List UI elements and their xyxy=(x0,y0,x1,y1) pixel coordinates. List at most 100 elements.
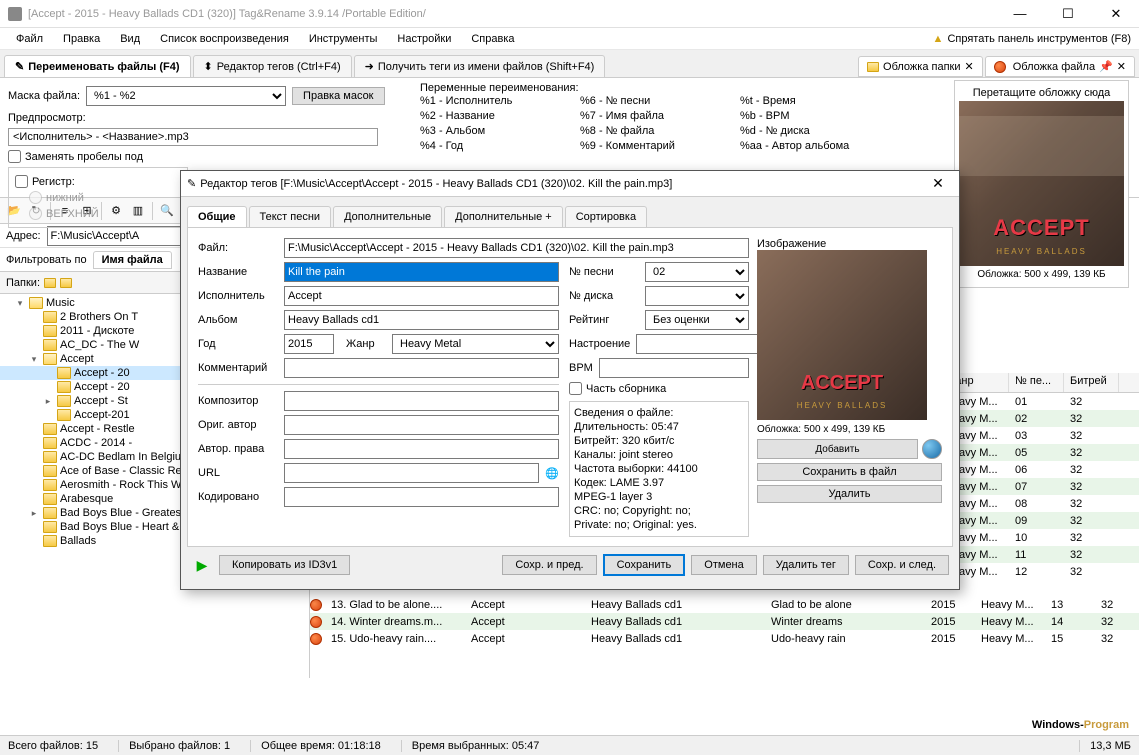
hide-toolbar-link[interactable]: Спрятать панель инструментов (F8) xyxy=(947,33,1131,45)
save-button[interactable]: Сохранить xyxy=(603,554,686,576)
tab-additional-plus[interactable]: Дополнительные + xyxy=(444,206,563,227)
file-path-input[interactable] xyxy=(284,238,749,258)
list-row[interactable]: 13. Glad to be alone....AcceptHeavy Ball… xyxy=(310,596,1139,613)
col-bitrate[interactable]: Битрей xyxy=(1064,373,1119,392)
dialog-close-button[interactable]: ✕ xyxy=(923,175,953,192)
list-row[interactable]: Heavy M...0932 xyxy=(939,512,1139,529)
dialog-icon: ✎ xyxy=(187,177,196,190)
case-lower-radio[interactable] xyxy=(29,191,42,204)
tab-general[interactable]: Общие xyxy=(187,206,247,227)
dialog-cover-image[interactable]: ACCEPT HEAVY BALLADS xyxy=(757,250,927,420)
dialog-titlebar: ✎ Редактор тегов [F:\Music\Accept\Accept… xyxy=(181,171,959,197)
tab-file-cover[interactable]: Обложка файла 📌 ✕ xyxy=(985,56,1135,77)
col-track[interactable]: № пе... xyxy=(1009,373,1064,392)
add-cover-button[interactable]: Добавить xyxy=(757,439,918,459)
statusbar: Всего файлов: 15 Выбрано файлов: 1 Общее… xyxy=(0,735,1139,755)
mask-select[interactable]: %1 - %2 xyxy=(86,86,286,106)
cancel-button[interactable]: Отмена xyxy=(691,555,756,575)
menu-edit[interactable]: Правка xyxy=(55,31,108,47)
web-lookup-icon[interactable] xyxy=(922,439,942,459)
case-upper-radio[interactable] xyxy=(29,207,42,220)
url-input[interactable] xyxy=(284,463,539,483)
tab-folder-cover[interactable]: Обложка папки ✕ xyxy=(858,56,983,77)
tab-sort[interactable]: Сортировка xyxy=(565,206,647,227)
list-row[interactable]: Heavy M...0632 xyxy=(939,461,1139,478)
delete-tag-button[interactable]: Удалить тег xyxy=(763,555,849,575)
main-tabbar: ✎ Переименовать файлы (F4) ⬍ Редактор те… xyxy=(0,50,1139,78)
bpm-input[interactable] xyxy=(599,358,749,378)
preview-box: <Исполнитель> - <Название>.mp3 xyxy=(8,128,378,146)
rating-select[interactable]: Без оценки xyxy=(645,310,749,330)
filter-tab-filename[interactable]: Имя файла xyxy=(93,251,172,269)
copyright-input[interactable] xyxy=(284,439,559,459)
chevron-up-icon: ▲ xyxy=(933,33,944,45)
compilation-checkbox[interactable] xyxy=(569,382,582,395)
save-next-button[interactable]: Сохр. и след. xyxy=(855,555,949,575)
copy-id3v1-button[interactable]: Копировать из ID3v1 xyxy=(219,555,350,575)
composer-input[interactable] xyxy=(284,391,559,411)
album-input[interactable] xyxy=(284,310,559,330)
tag-icon: ⬍ xyxy=(204,60,213,73)
menu-file[interactable]: Файл xyxy=(8,31,51,47)
file-list-full: 13. Glad to be alone....AcceptHeavy Ball… xyxy=(310,596,1139,647)
genre-select[interactable]: Heavy Metal xyxy=(392,334,559,354)
save-cover-button[interactable]: Сохранить в файл xyxy=(757,463,942,481)
case-checkbox[interactable] xyxy=(15,175,28,188)
arrow-icon: ➜ xyxy=(365,60,374,73)
list-row[interactable]: Heavy M...0832 xyxy=(939,495,1139,512)
list-header: Жанр № пе... Битрей xyxy=(939,373,1139,393)
play-button[interactable]: ▶ xyxy=(191,554,213,576)
maximize-button[interactable]: ☐ xyxy=(1053,6,1083,22)
comment-input[interactable] xyxy=(284,358,559,378)
menu-help[interactable]: Справка xyxy=(463,31,522,47)
year-input[interactable] xyxy=(284,334,334,354)
list-row[interactable]: Heavy M...0532 xyxy=(939,444,1139,461)
browse-icon[interactable]: 🌐 xyxy=(545,467,559,480)
discno-select[interactable] xyxy=(645,286,749,306)
mask-label: Маска файла: xyxy=(8,90,80,102)
trackno-select[interactable]: 02 xyxy=(645,262,749,282)
tab-tags-from-filename[interactable]: ➜ Получить теги из имени файлов (Shift+F… xyxy=(354,55,606,77)
artist-input[interactable] xyxy=(284,286,559,306)
tab-lyrics[interactable]: Текст песни xyxy=(249,206,332,227)
orig-artist-input[interactable] xyxy=(284,415,559,435)
titlebar: [Accept - 2015 - Heavy Ballads CD1 (320)… xyxy=(0,0,1139,28)
dialog-footer: ▶ Копировать из ID3v1 Сохр. и пред. Сохр… xyxy=(181,547,959,583)
menubar: Файл Правка Вид Список воспроизведения И… xyxy=(0,28,1139,50)
list-row[interactable]: Heavy M...1232 xyxy=(939,563,1139,580)
image-label: Изображение xyxy=(757,238,942,250)
save-prev-button[interactable]: Сохр. и пред. xyxy=(502,555,596,575)
list-row[interactable]: Heavy M...0232 xyxy=(939,410,1139,427)
tab-tag-editor[interactable]: ⬍ Редактор тегов (Ctrl+F4) xyxy=(193,55,352,77)
status-selected-files: Выбрано файлов: 1 xyxy=(118,740,230,752)
tab-additional[interactable]: Дополнительные xyxy=(333,206,442,227)
menu-settings[interactable]: Настройки xyxy=(389,31,459,47)
encoded-input[interactable] xyxy=(284,487,559,507)
tag-editor-dialog: ✎ Редактор тегов [F:\Music\Accept\Accept… xyxy=(180,170,960,590)
tab-rename-files[interactable]: ✎ Переименовать файлы (F4) xyxy=(4,55,191,77)
status-size: 13,3 МБ xyxy=(1079,740,1131,752)
watermark: Windows-Program xyxy=(1032,715,1129,733)
list-row[interactable]: 15. Udo-heavy rain....AcceptHeavy Ballad… xyxy=(310,630,1139,647)
title-input[interactable] xyxy=(284,262,559,282)
close-tab-icon[interactable]: ✕ xyxy=(965,60,974,73)
folder-icon xyxy=(867,62,879,72)
delete-cover-button[interactable]: Удалить xyxy=(757,485,942,503)
status-total-time: Общее время: 01:18:18 xyxy=(250,740,381,752)
replace-spaces-checkbox[interactable] xyxy=(8,150,21,163)
list-row[interactable]: Heavy M...1132 xyxy=(939,546,1139,563)
pin-icon[interactable]: 📌 xyxy=(1099,60,1113,73)
close-button[interactable]: ✕ xyxy=(1101,6,1131,22)
menu-tools[interactable]: Инструменты xyxy=(301,31,386,47)
list-row[interactable]: Heavy M...0132 xyxy=(939,393,1139,410)
list-row[interactable]: Heavy M...1032 xyxy=(939,529,1139,546)
list-row[interactable]: 14. Winter dreams.m...AcceptHeavy Ballad… xyxy=(310,613,1139,630)
edit-masks-button[interactable]: Правка масок xyxy=(292,87,384,105)
list-row[interactable]: Heavy M...0332 xyxy=(939,427,1139,444)
close-tab-icon[interactable]: ✕ xyxy=(1117,60,1126,73)
list-row[interactable]: Heavy M...0732 xyxy=(939,478,1139,495)
folder-icon xyxy=(60,278,72,288)
menu-playlist[interactable]: Список воспроизведения xyxy=(152,31,297,47)
menu-view[interactable]: Вид xyxy=(112,31,148,47)
minimize-button[interactable]: — xyxy=(1005,6,1035,22)
